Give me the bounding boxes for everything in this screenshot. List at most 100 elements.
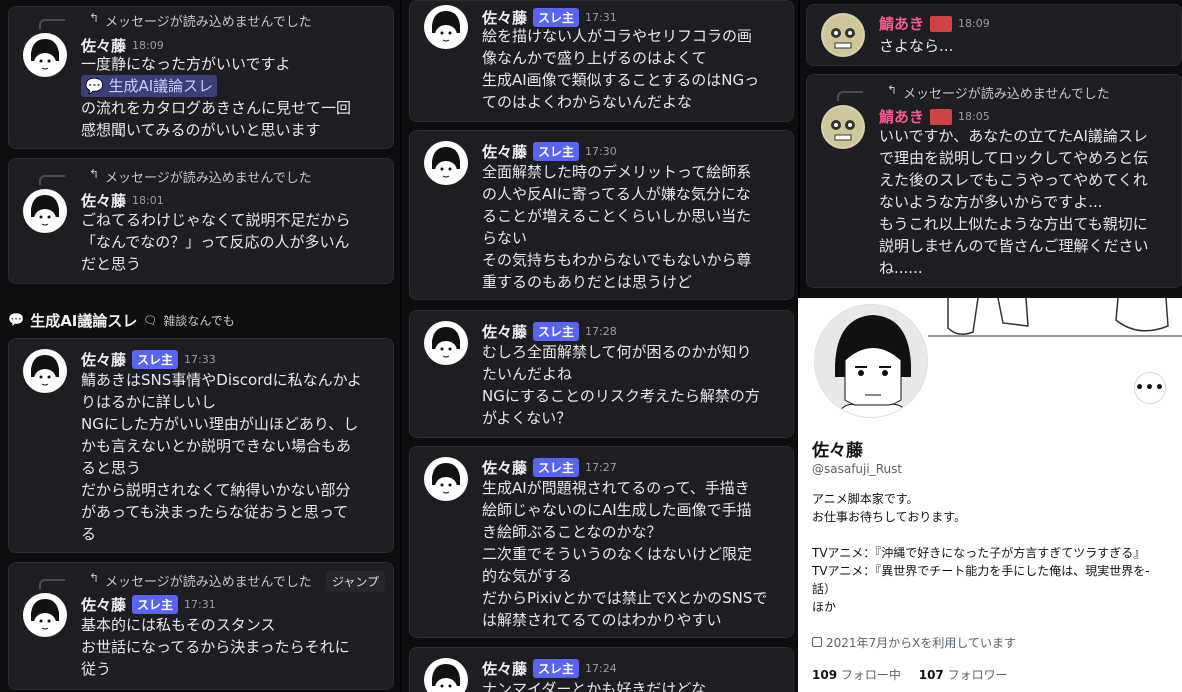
- more-button[interactable]: •••: [1134, 372, 1166, 404]
- timestamp: 17:27: [585, 461, 617, 474]
- message-card[interactable]: ↰ メッセージが読み込めませんでした 佐々藤 18:09 一度静になった方がいいです…: [8, 6, 394, 149]
- avatar[interactable]: [424, 658, 468, 692]
- avatar[interactable]: [821, 13, 865, 57]
- message-line: の人や反AIに寄ってる人が嫌な気分にな: [482, 185, 751, 203]
- channel-mention[interactable]: 💬 生成AI議論スレ: [81, 75, 218, 97]
- username[interactable]: 鯖あき: [879, 106, 924, 127]
- avatar[interactable]: [424, 5, 468, 49]
- avatar[interactable]: [23, 189, 67, 233]
- message-line: があっても決まったらな従おうと思って: [81, 503, 349, 521]
- username[interactable]: 佐々藤: [482, 321, 527, 342]
- avatar[interactable]: [424, 457, 468, 501]
- following-link[interactable]: 109 フォロー中: [812, 668, 901, 682]
- message-line: 全面解禁した時のデメリットって絵師系: [482, 163, 752, 181]
- message-line: 鯖あきはSNS事情やDiscordに私なんかよ: [81, 371, 362, 389]
- username[interactable]: 佐々藤: [81, 594, 126, 615]
- timestamp: 17:24: [585, 662, 617, 675]
- message-line: ると思う: [81, 459, 142, 477]
- username[interactable]: 鯖あき: [879, 13, 924, 34]
- profile-name: 佐々藤: [812, 441, 863, 461]
- message-line: ね......: [879, 259, 923, 277]
- avatar[interactable]: [23, 593, 67, 637]
- message-line: いいですか、あなたの立てたAI議論スレ: [879, 127, 1148, 145]
- message-card[interactable]: ↰ メッセージが読み込めませんでした 鯖あき 18:05 いいですか、あなたの立てた…: [806, 74, 1182, 288]
- thread-bubble-icon: 💬: [8, 313, 25, 328]
- message-body: さよなら...: [879, 35, 1169, 57]
- timestamp: 17:33: [184, 353, 216, 366]
- message-card[interactable]: 佐々藤 スレ主 17:31 絵を描けない人がコラやセリフコラの画 像なんかで盛り上げ…: [409, 0, 794, 122]
- username[interactable]: 佐々藤: [482, 457, 527, 478]
- reply-reference[interactable]: ↰ メッセージが読み込めませんでした: [837, 83, 1110, 102]
- thread-header[interactable]: 💬 生成AI議論スレ 🗨 雑談なんでも: [8, 310, 235, 331]
- message-card[interactable]: 佐々藤 スレ主 17:27 生成AIが問題視されてるのって、手描き 絵師じゃないのに…: [409, 446, 794, 638]
- message-card[interactable]: 佐々藤 スレ主 17:33 鯖あきはSNS事情やDiscordに私なんかよ りはるか…: [8, 338, 394, 553]
- message-card[interactable]: ↰ メッセージが読み込めませんでした 佐々藤 18:01 ごねてるわけじゃなくて説明…: [8, 158, 394, 284]
- more-icon: •••: [1135, 380, 1165, 396]
- role-badge: [930, 108, 953, 125]
- message-card[interactable]: 佐々藤 スレ主 17:28 むしろ全面解禁して何が困るのかが知り たいんだよね NG…: [409, 310, 794, 438]
- profile-handle: @sasafuji_Rust: [812, 462, 903, 476]
- thread-title[interactable]: 生成AI議論スレ: [30, 310, 137, 331]
- message-line: ごねてるわけじゃなくて説明不足だから: [81, 211, 351, 229]
- bio-line: お仕事お待ちしております。: [812, 510, 967, 524]
- message-line: てのはよくわからないんだよな: [482, 93, 693, 111]
- avatar[interactable]: [23, 33, 67, 77]
- jump-button[interactable]: ジャンプ: [325, 571, 385, 592]
- followers-link[interactable]: 107 フォロワー: [919, 668, 1008, 682]
- reply-reference[interactable]: ↰ メッセージが読み込めませんでした: [39, 167, 312, 186]
- op-badge: スレ主: [132, 595, 179, 614]
- username[interactable]: 佐々藤: [81, 349, 126, 370]
- avatar[interactable]: [23, 349, 67, 393]
- username[interactable]: 佐々藤: [482, 141, 527, 162]
- thread-icon: 💬: [85, 77, 109, 95]
- message-line: むしろ全面解禁して何が困るのかが知り: [482, 343, 752, 361]
- message-line: だからPixivとかでは禁止でXとかのSNSで: [482, 589, 768, 607]
- channel-name[interactable]: 雑談なんでも: [163, 312, 234, 329]
- reply-text: メッセージが読み込めませんでした: [105, 15, 312, 30]
- message-line: 絵師じゃないのにAI生成した画像で手描: [482, 501, 752, 519]
- reply-text: メッセージが読み込めませんでした: [105, 575, 312, 590]
- message-card[interactable]: 佐々藤 スレ主 17:30 全面解禁した時のデメリットって絵師系 の人や反AIに寄っ…: [409, 130, 794, 300]
- profile-avatar[interactable]: [814, 304, 928, 418]
- column-left: ↰ メッセージが読み込めませんでした 佐々藤 18:09 一度静になった方がいいです…: [0, 0, 400, 692]
- message-body: 絵を描けない人がコラやセリフコラの画 像なんかで盛り上げるのはよくて 生成AI画…: [482, 25, 781, 113]
- message-line: その気持ちもわからないでもないから尊: [482, 251, 752, 269]
- avatar[interactable]: [821, 105, 865, 149]
- reply-reference[interactable]: ↰ メッセージが読み込めませんでした: [39, 571, 312, 590]
- message-line: たいんだよね: [482, 365, 573, 383]
- op-badge: スレ主: [533, 142, 580, 161]
- timestamp: 18:05: [958, 110, 990, 123]
- column-middle: 佐々藤 スレ主 17:31 絵を描けない人がコラやセリフコラの画 像なんかで盛り上げ…: [402, 0, 798, 692]
- message-card[interactable]: 鯖あき 18:09 さよなら...: [806, 4, 1182, 66]
- message-line: 説明しませんので皆さんご理解ください: [879, 237, 1149, 255]
- message-line: で理由を説明してロックしてやめろと伝: [879, 149, 1149, 167]
- username[interactable]: 佐々藤: [482, 658, 527, 679]
- profile-card: ••• 佐々藤 @sasafuji_Rust アニメ脚本家です。 お仕事お待ちし…: [798, 298, 1182, 692]
- message-line: NGにすることのリスク考えたら解禁の方: [482, 387, 760, 405]
- username[interactable]: 佐々藤: [81, 190, 126, 211]
- message-line: ナンマイダーとかも好きだけどな: [482, 680, 707, 692]
- role-badge: [930, 15, 953, 32]
- op-badge: スレ主: [132, 350, 179, 369]
- bio-line: 話）: [812, 582, 837, 596]
- message-card[interactable]: ↰ メッセージが読み込めませんでした ジャンプ 佐々藤 スレ主 17:31 基本的には…: [8, 562, 394, 690]
- message-body: ごねてるわけじゃなくて説明不足だから 「なんでなの？」って反応の人が多いん だと…: [81, 209, 381, 275]
- reply-arrow-icon: ↰: [89, 571, 100, 585]
- channel-icon: 🗨: [143, 314, 158, 327]
- avatar[interactable]: [424, 141, 468, 185]
- message-body: いいですか、あなたの立てたAI議論スレ で理由を説明してロックしてやめろと伝 え…: [879, 125, 1169, 279]
- message-line: 重するのもありだとは思うけど: [482, 273, 693, 291]
- message-line: えた後のスレでもこうやってやめてくれ: [879, 171, 1148, 189]
- message-line: 的な気がする: [482, 567, 573, 585]
- profile-bio: アニメ脚本家です。 お仕事お待ちしております。 TVアニメ：『沖縄で好きになった…: [812, 490, 1150, 616]
- message-line: がよくない？: [482, 409, 572, 427]
- message-card[interactable]: 佐々藤 スレ主 17:24 ナンマイダーとかも好きだけどな: [409, 647, 794, 692]
- message-line: 二次重でそういうのなくはないけど限定: [482, 545, 753, 563]
- reply-arrow-icon: ↰: [887, 83, 898, 97]
- bio-line: TVアニメ：『沖縄で好きになった子が方言すぎてツラすぎる』: [812, 546, 1146, 560]
- column-right: 鯖あき 18:09 さよなら... ↰ メッセージが読み込めませんでした 鯖あき 18…: [800, 0, 1182, 298]
- reply-reference[interactable]: ↰ メッセージが読み込めませんでした: [39, 11, 312, 30]
- avatar[interactable]: [424, 321, 468, 365]
- message-line: の流れをカタログあきさんに見せて一回: [81, 99, 352, 117]
- message-line: 生成AI画像で類似することするのはNGっ: [482, 71, 760, 89]
